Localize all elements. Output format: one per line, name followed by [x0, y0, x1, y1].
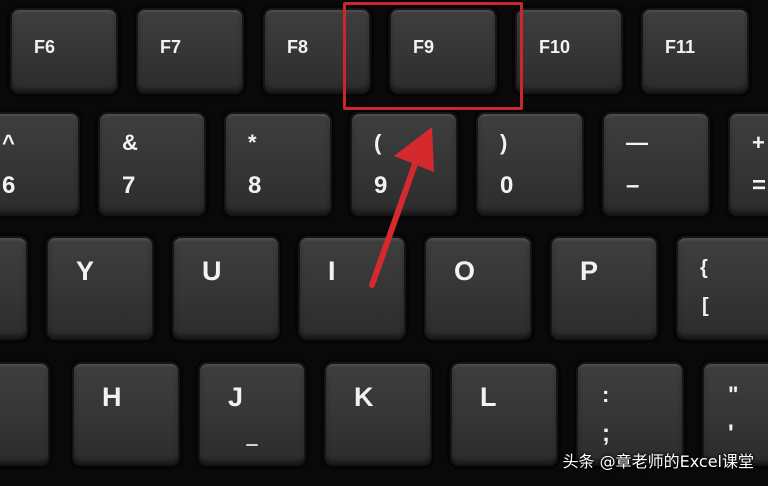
red-arrow-icon — [369, 127, 434, 288]
watermark-text: 头条 @章老师的Excel课堂 — [562, 452, 754, 471]
keyboard-photo: F6 F7 F8 F9 F10 F11 ^ 6 & 7 * 8 ( 9 ) 0 … — [0, 0, 768, 486]
